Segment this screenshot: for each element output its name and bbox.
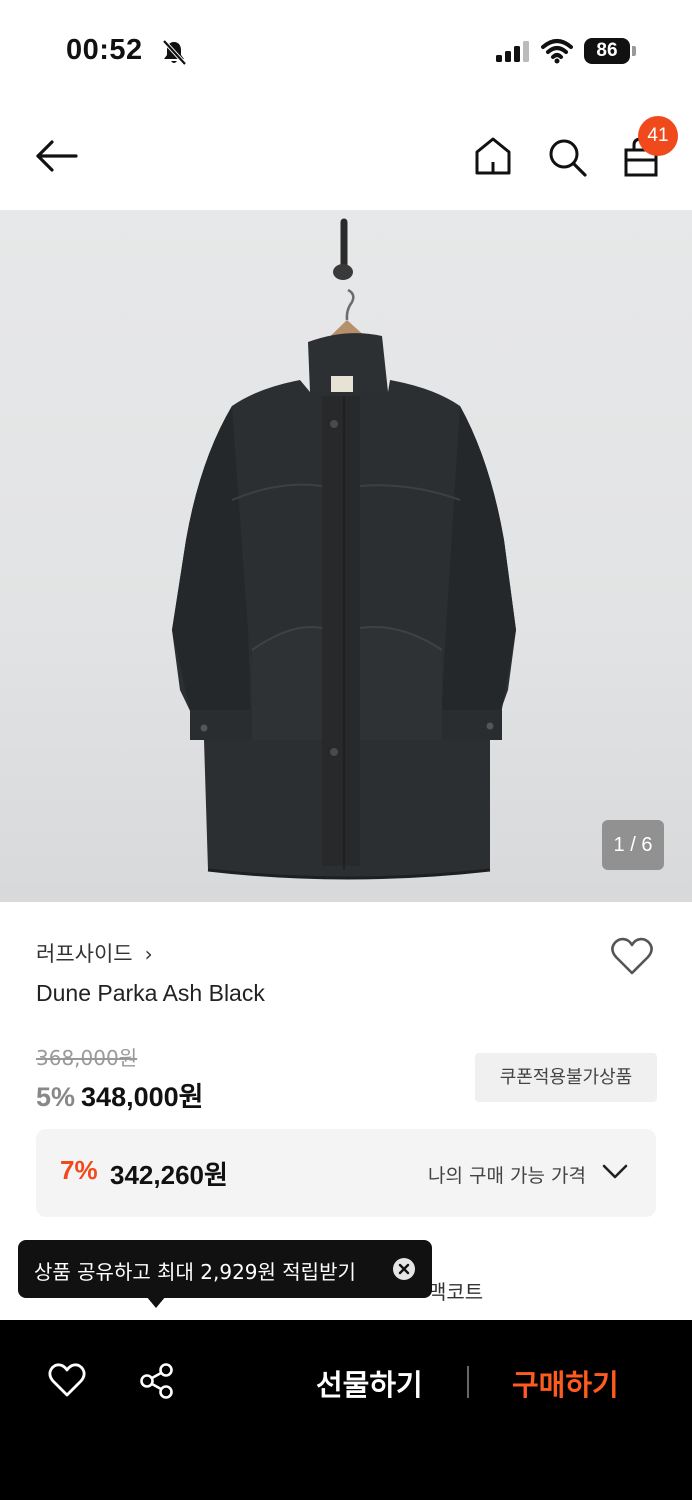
wifi-icon <box>541 39 573 64</box>
wishlist-heart-icon[interactable] <box>610 936 654 976</box>
product-image[interactable]: 1 / 6 <box>0 210 692 902</box>
top-nav: 41 <box>0 100 692 210</box>
bottom-action-bar: 선물하기 구매하기 <box>0 1320 692 1500</box>
my-price-rate: 7% <box>60 1155 98 1185</box>
search-icon[interactable] <box>546 136 588 178</box>
share-reward-tooltip: 상품 공유하고 최대 2,929원 적립받기 <box>18 1240 432 1308</box>
product-title: Dune Parka Ash Black <box>36 980 265 1006</box>
status-bar: 00:52 86 <box>0 0 692 100</box>
tooltip-text: 상품 공유하고 최대 2,929원 적립받기 <box>34 1260 356 1284</box>
original-price: 368,000원 <box>36 1046 138 1070</box>
my-price-box[interactable]: 7% 342,260원 나의 구매 가능 가격 <box>36 1129 656 1217</box>
brand-link[interactable]: 러프사이드 › <box>36 938 153 968</box>
cart-count-badge: 41 <box>638 116 678 156</box>
my-price-amount: 342,260원 <box>110 1160 228 1190</box>
coupon-not-applicable-tag: 쿠폰적용불가상품 <box>475 1053 657 1102</box>
close-icon[interactable] <box>392 1257 416 1281</box>
chevron-right-icon: › <box>144 942 153 966</box>
sale-price: 348,000원 <box>81 1082 204 1112</box>
signal-icon <box>496 41 529 62</box>
buy-button[interactable]: 구매하기 <box>512 1362 619 1404</box>
share-icon[interactable] <box>138 1362 176 1400</box>
gift-button[interactable]: 선물하기 <box>316 1362 423 1404</box>
battery-icon: 86 <box>584 38 636 64</box>
back-arrow-icon[interactable] <box>34 136 78 176</box>
battery-level: 86 <box>584 38 630 64</box>
chevron-down-icon <box>602 1164 628 1179</box>
discount-rate: 5% <box>36 1082 76 1112</box>
image-counter: 1 / 6 <box>602 820 664 870</box>
price-row: 5% 348,000원 <box>36 1075 203 1114</box>
divider <box>467 1366 469 1398</box>
my-price-label: 나의 구매 가능 가격 <box>428 1165 586 1187</box>
heart-icon[interactable] <box>48 1362 86 1398</box>
parka-photo <box>172 218 516 880</box>
brand-name: 러프사이드 <box>36 942 133 966</box>
bell-slash-icon <box>162 39 187 66</box>
partial-text: 맥코트 <box>428 1280 484 1304</box>
status-time: 00:52 <box>66 34 143 66</box>
home-icon[interactable] <box>472 134 514 178</box>
